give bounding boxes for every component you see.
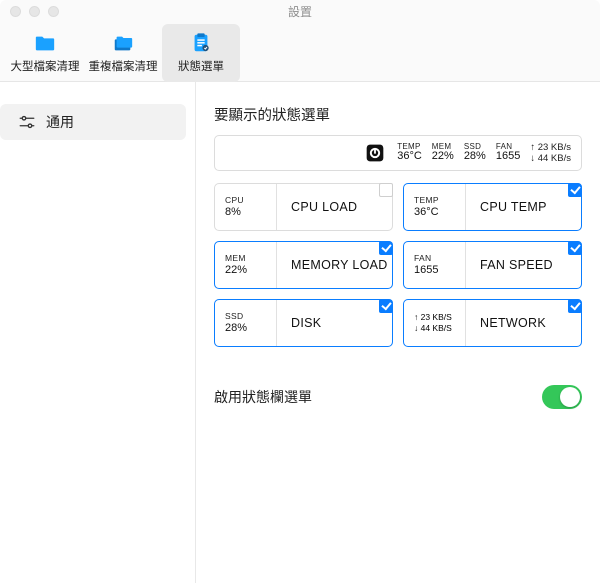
enable-menubar-switch[interactable]: [542, 385, 582, 409]
checkbox-icon: [568, 241, 582, 255]
tab-label: 重複檔案清理: [89, 58, 158, 74]
card-fan[interactable]: FAN1655 FAN SPEED: [403, 241, 582, 289]
preview-fan: FAN 1655: [496, 143, 520, 163]
section-title: 要顯示的狀態選單: [214, 104, 582, 125]
preview-mem: MEM 22%: [432, 143, 454, 163]
traffic-lights: [10, 6, 59, 17]
preview-network: ↑ 23 KB/s ↓ 44 KB/s: [530, 142, 571, 165]
card-title: CPU LOAD: [277, 200, 357, 214]
clipboard-list-icon: [189, 32, 213, 54]
card-mem[interactable]: MEM22% MEMORY LOAD: [214, 241, 393, 289]
zoom-icon[interactable]: [48, 6, 59, 17]
tab-large-files[interactable]: 大型檔案清理: [6, 24, 84, 82]
sidebar: 通用: [0, 82, 196, 583]
card-ssd[interactable]: SSD28% DISK: [214, 299, 393, 347]
card-title: DISK: [277, 316, 321, 330]
card-title: NETWORK: [466, 316, 546, 330]
toolbar: 大型檔案清理 重複檔案清理 狀態選單: [0, 24, 600, 82]
folders-icon: [111, 32, 135, 54]
titlebar: 設置: [0, 0, 600, 24]
card-title: MEMORY LOAD: [277, 258, 388, 272]
checkbox-icon: [379, 241, 393, 255]
checkbox-icon: [568, 183, 582, 197]
tab-label: 狀態選單: [178, 58, 224, 74]
folder-icon: [33, 32, 57, 54]
app-icon: [365, 143, 385, 163]
preview-temp: TEMP 36°C: [397, 143, 422, 163]
tab-status-menu[interactable]: 狀態選單: [162, 24, 240, 82]
checkbox-icon: [379, 183, 393, 197]
preview-ssd: SSD 28%: [464, 143, 486, 163]
card-temp[interactable]: TEMP36°C CPU TEMP: [403, 183, 582, 231]
window-title: 設置: [0, 0, 600, 24]
card-title: FAN SPEED: [466, 258, 553, 272]
sidebar-item-label: 通用: [46, 112, 74, 132]
card-title: CPU TEMP: [466, 200, 547, 214]
sidebar-item-general[interactable]: 通用: [0, 104, 186, 140]
main-pane: 要顯示的狀態選單 TEMP 36°C MEM 22% SSD 28% FAN 1…: [196, 82, 600, 583]
close-icon[interactable]: [10, 6, 21, 17]
sliders-icon: [18, 113, 36, 131]
enable-menubar-row: 啟用狀態欄選單: [214, 385, 582, 409]
checkbox-icon: [379, 299, 393, 313]
minimize-icon[interactable]: [29, 6, 40, 17]
enable-menubar-label: 啟用狀態欄選單: [214, 387, 312, 407]
checkbox-icon: [568, 299, 582, 313]
card-net[interactable]: ↑ 23 KB/S ↓ 44 KB/S NETWORK: [403, 299, 582, 347]
tab-dup-files[interactable]: 重複檔案清理: [84, 24, 162, 82]
tab-label: 大型檔案清理: [11, 58, 80, 74]
card-cpu[interactable]: CPU8% CPU LOAD: [214, 183, 393, 231]
menubar-preview: TEMP 36°C MEM 22% SSD 28% FAN 1655 ↑ 23 …: [214, 135, 582, 171]
status-cards-grid: CPU8% CPU LOAD TEMP36°C CPU TEMP MEM22% …: [214, 183, 582, 347]
